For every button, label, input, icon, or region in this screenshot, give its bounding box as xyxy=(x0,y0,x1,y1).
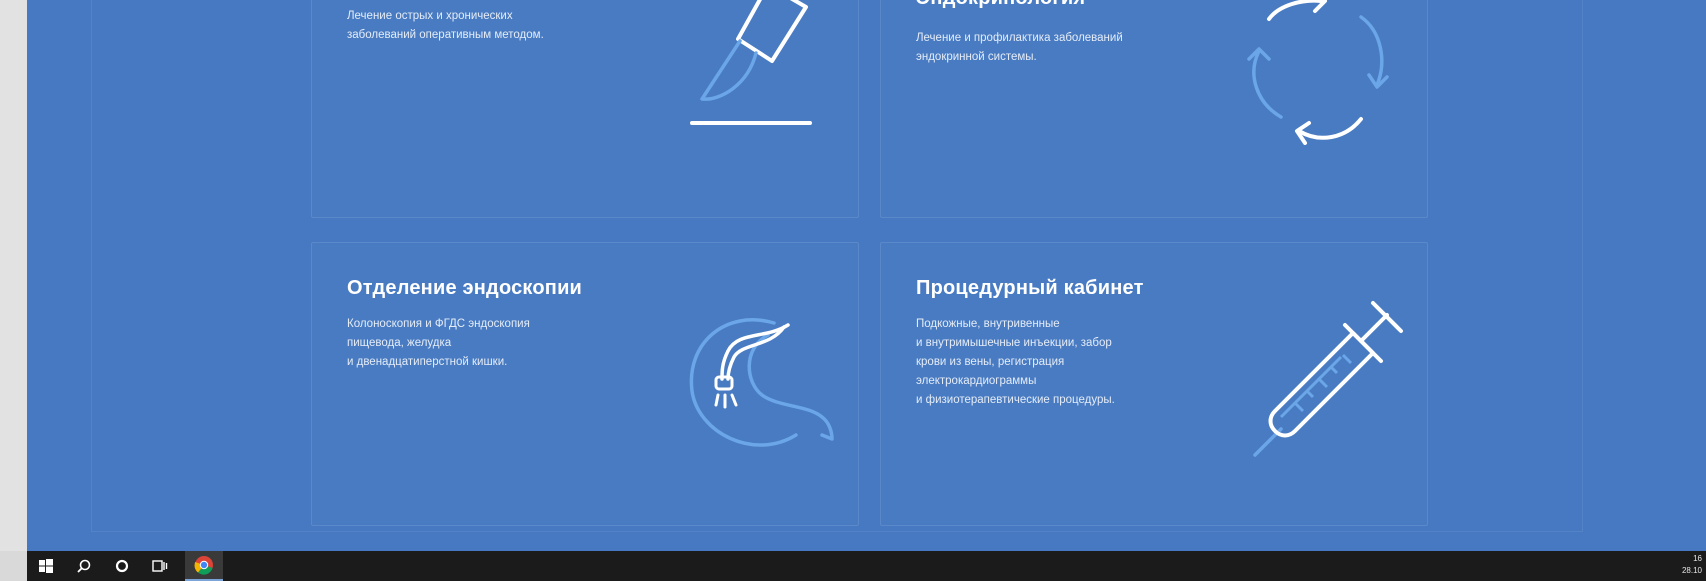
service-card-endoscopy[interactable]: Отделение эндоскопии Колоноскопия и ФГДС… xyxy=(311,242,859,526)
card-title: Процедурный кабинет xyxy=(916,277,1144,299)
card-description: Подкожные, внутривенные и внутримышечные… xyxy=(916,318,1115,406)
stomach-endoscope-icon xyxy=(689,318,834,447)
start-button[interactable] xyxy=(31,551,61,581)
service-card-procedure-room[interactable]: Процедурный кабинет Подкожные, внутривен… xyxy=(880,242,1428,526)
cortana-button[interactable] xyxy=(107,551,137,581)
clock-date: 28.10 xyxy=(1681,566,1702,575)
card-title: Эндокринология xyxy=(916,0,1085,10)
task-view-button[interactable] xyxy=(145,551,175,581)
clock-time: 16 xyxy=(1693,554,1702,563)
left-edge-strip xyxy=(0,0,27,551)
service-card-surgery[interactable]: Лечение острых и хронических заболеваний… xyxy=(311,0,859,218)
search-button[interactable] xyxy=(69,551,99,581)
task-view-icon xyxy=(152,560,168,572)
system-clock[interactable]: 16 28.10 xyxy=(1682,553,1702,577)
scalpel-icon xyxy=(690,0,812,125)
web-page-viewport: Лечение острых и хронических заболеваний… xyxy=(27,0,1706,551)
cortana-icon xyxy=(115,559,129,573)
windows-start-icon xyxy=(39,559,53,573)
chrome-taskbar-button[interactable] xyxy=(185,551,223,581)
card-description: Лечение и профилактика заболеваний эндок… xyxy=(916,32,1123,63)
service-card-endocrinology[interactable]: Эндокринология Лечение и профилактика за… xyxy=(880,0,1428,218)
syringe-icon xyxy=(1253,301,1403,457)
cycle-arrows-icon xyxy=(1247,0,1389,145)
card-title: Отделение эндоскопии xyxy=(347,277,583,299)
card-description: Колоноскопия и ФГДС эндоскопия пищевода,… xyxy=(347,318,530,368)
windows-taskbar: 16 28.10 xyxy=(27,551,1706,581)
card-description: Лечение острых и хронических заболеваний… xyxy=(347,10,544,41)
chrome-icon xyxy=(194,556,213,575)
search-icon xyxy=(77,559,91,573)
